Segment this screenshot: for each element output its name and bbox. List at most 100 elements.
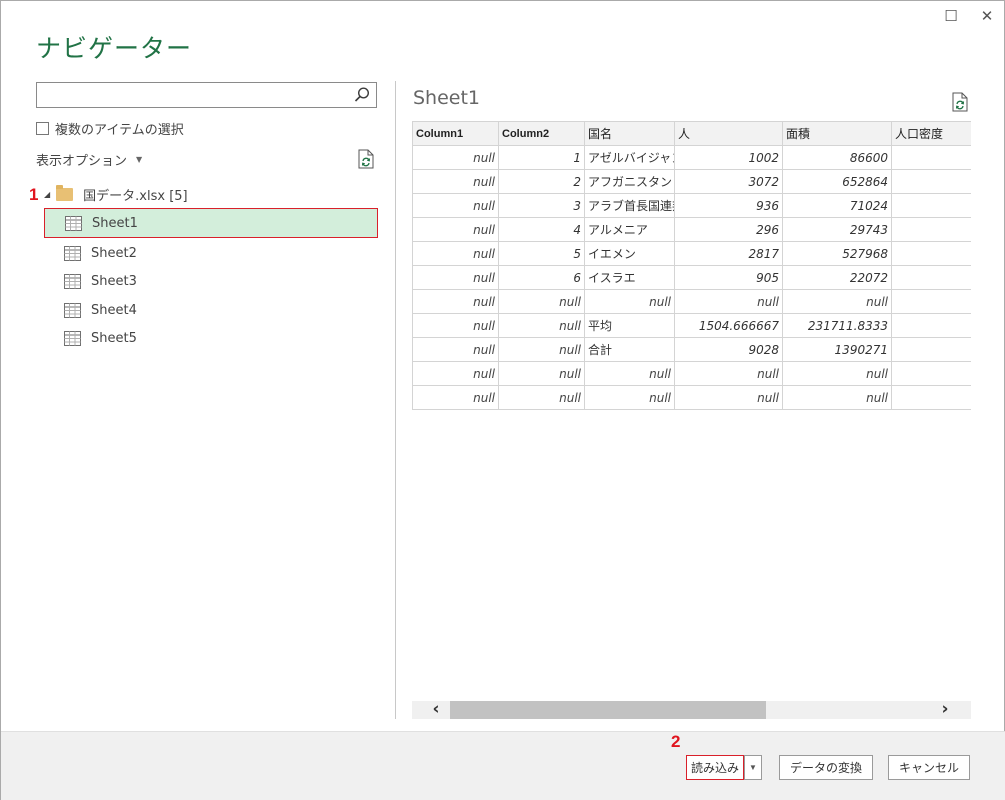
table-row[interactable]: null null null null null [412,385,971,410]
table-cell[interactable]: アラブ首長国連邦 [584,193,675,218]
table-cell[interactable] [891,337,971,362]
search-icon[interactable] [353,86,371,104]
table-cell[interactable]: 936 [674,193,783,218]
table-cell[interactable] [891,169,971,194]
table-cell[interactable] [891,145,971,170]
table-cell[interactable]: 合計 [584,337,675,362]
table-row[interactable]: null null 合計 9028 1390271 [412,337,971,362]
table-cell[interactable]: null [412,193,499,218]
table-cell[interactable]: 527968 [782,241,892,266]
table-cell[interactable]: null [412,169,499,194]
maximize-icon[interactable]: ☐ [942,7,960,25]
table-cell[interactable]: null [584,289,675,314]
table-cell[interactable]: null [782,361,892,386]
table-row[interactable]: null 3 アラブ首長国連邦 936 71024 [412,193,971,218]
tree-item-sheet4[interactable]: Sheet4 [44,295,378,325]
table-cell[interactable] [891,385,971,410]
table-cell[interactable]: イスラエ [584,265,675,290]
preview-table[interactable]: Column1 Column2 国名 人 面積 人口密度 null 1 アゼルバイジ… [412,121,971,410]
table-cell[interactable]: 905 [674,265,783,290]
scroll-right-icon[interactable]: › [935,701,955,719]
table-cell[interactable]: null [412,289,499,314]
table-cell[interactable]: 平均 [584,313,675,338]
table-cell[interactable]: 1 [498,145,585,170]
column-header[interactable]: 面積 [782,121,892,146]
table-cell[interactable]: 1002 [674,145,783,170]
table-cell[interactable] [891,361,971,386]
table-cell[interactable]: null [674,361,783,386]
table-row[interactable]: null 6 イスラエ 905 22072 [412,265,971,290]
search-input[interactable] [36,82,377,108]
table-row[interactable]: null null 平均 1504.666667 231711.8333 [412,313,971,338]
refresh-icon[interactable] [357,149,375,169]
table-cell[interactable]: null [498,385,585,410]
table-cell[interactable]: 296 [674,217,783,242]
table-cell[interactable]: null [412,145,499,170]
transform-data-button[interactable]: データの変換 [779,755,873,780]
table-cell[interactable]: 2 [498,169,585,194]
column-header[interactable]: Column1 [412,121,499,146]
table-cell[interactable]: 1390271 [782,337,892,362]
table-cell[interactable]: null [674,385,783,410]
table-cell[interactable] [891,313,971,338]
table-cell[interactable]: 4 [498,217,585,242]
table-cell[interactable]: アルメニア [584,217,675,242]
tree-root-file[interactable]: ◢ 国データ.xlsx [5] [44,185,188,204]
table-row[interactable]: null 2 アフガニスタン 3072 652864 [412,169,971,194]
table-cell[interactable]: 1504.666667 [674,313,783,338]
multi-select-option[interactable]: 複数のアイテムの選択 [36,119,184,138]
table-cell[interactable] [891,241,971,266]
table-cell[interactable]: 3072 [674,169,783,194]
table-row[interactable]: null null null null null [412,361,971,386]
table-cell[interactable]: null [498,337,585,362]
refresh-icon[interactable] [951,92,969,112]
table-row[interactable]: null 4 アルメニア 296 29743 [412,217,971,242]
load-button[interactable]: 読み込み [686,755,744,780]
table-row[interactable]: null 5 イエメン 2817 527968 [412,241,971,266]
table-cell[interactable]: 3 [498,193,585,218]
table-cell[interactable]: null [412,265,499,290]
table-cell[interactable]: null [412,337,499,362]
table-cell[interactable]: 86600 [782,145,892,170]
table-cell[interactable]: null [498,361,585,386]
column-header[interactable]: 国名 [584,121,675,146]
scroll-left-icon[interactable]: ‹ [426,701,446,719]
column-header[interactable]: 人 [674,121,783,146]
table-cell[interactable]: 5 [498,241,585,266]
cancel-button[interactable]: キャンセル [888,755,970,780]
load-dropdown-button[interactable]: ▼ [744,755,762,780]
table-cell[interactable]: 6 [498,265,585,290]
table-cell[interactable]: null [498,313,585,338]
column-header[interactable]: Column2 [498,121,585,146]
table-cell[interactable] [891,193,971,218]
table-cell[interactable]: null [412,385,499,410]
table-cell[interactable]: 29743 [782,217,892,242]
display-options-dropdown[interactable]: 表示オプション ▼ [36,150,142,169]
multi-select-checkbox[interactable] [36,122,49,135]
horizontal-scrollbar[interactable]: ‹ › [412,701,971,719]
table-cell[interactable]: null [498,289,585,314]
scrollbar-thumb[interactable] [450,701,766,719]
table-cell[interactable]: null [584,361,675,386]
table-cell[interactable]: null [674,289,783,314]
tree-item-sheet2[interactable]: Sheet2 [44,238,378,268]
table-cell[interactable]: イエメン [584,241,675,266]
table-row[interactable]: null null null null null [412,289,971,314]
table-cell[interactable]: 22072 [782,265,892,290]
table-cell[interactable]: 71024 [782,193,892,218]
expand-triangle-icon[interactable]: ◢ [44,190,50,199]
table-cell[interactable]: 652864 [782,169,892,194]
tree-item-sheet3[interactable]: Sheet3 [44,266,378,296]
table-cell[interactable]: アフガニスタン [584,169,675,194]
table-row[interactable]: null 1 アゼルバイジャン 1002 86600 [412,145,971,170]
pane-divider[interactable] [395,81,396,719]
table-cell[interactable]: null [412,361,499,386]
table-cell[interactable]: 2817 [674,241,783,266]
tree-item-sheet5[interactable]: Sheet5 [44,323,378,353]
table-cell[interactable]: null [782,289,892,314]
table-cell[interactable] [891,217,971,242]
table-cell[interactable]: null [412,313,499,338]
column-header[interactable]: 人口密度 [891,121,971,146]
table-cell[interactable]: null [584,385,675,410]
table-cell[interactable]: 9028 [674,337,783,362]
